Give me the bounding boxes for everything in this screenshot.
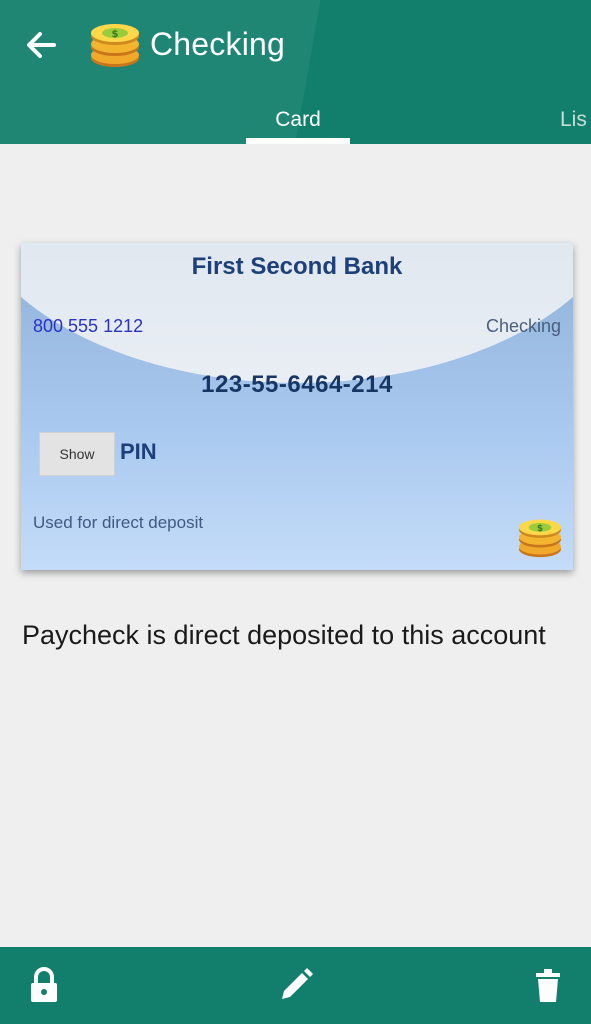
- coin-stack-icon: $: [91, 24, 139, 67]
- account-type: Checking: [485, 316, 561, 336]
- card-logo: $: [515, 516, 565, 558]
- pin-label: PIN: [120, 439, 157, 464]
- app-bar: $ Checking Card Lis: [0, 0, 591, 144]
- tab-list[interactable]: Lis: [560, 102, 587, 138]
- tab-selected-indicator: [246, 138, 350, 144]
- lock-icon: [31, 967, 57, 1002]
- svg-text:$: $: [112, 29, 119, 40]
- bank-name: First Second Bank: [191, 253, 403, 280]
- page-title: Checking: [150, 26, 286, 62]
- show-pin-button[interactable]: Show: [39, 432, 115, 476]
- delete-button[interactable]: [528, 965, 568, 1005]
- svg-text:$: $: [537, 524, 543, 534]
- lock-button[interactable]: [24, 965, 64, 1005]
- bottom-action-bar: [0, 947, 591, 1024]
- trash-icon: [536, 969, 560, 1002]
- back-button[interactable]: [18, 22, 64, 68]
- bank-phone-number[interactable]: 800 555 1212: [33, 316, 143, 337]
- account-description: Paycheck is direct deposited to this acc…: [22, 620, 546, 650]
- arrow-left-icon: [27, 32, 56, 58]
- pencil-icon: [282, 968, 313, 999]
- account-number: 123-55-6464-214: [201, 371, 393, 398]
- edit-button[interactable]: [276, 965, 316, 1005]
- card-note: Used for direct deposit: [33, 513, 204, 532]
- app-logo: $: [88, 20, 142, 68]
- tab-card[interactable]: Card: [246, 102, 350, 138]
- account-card: First Second Bank 800 555 1212 Checking …: [21, 243, 573, 570]
- coin-stack-icon: $: [519, 519, 561, 558]
